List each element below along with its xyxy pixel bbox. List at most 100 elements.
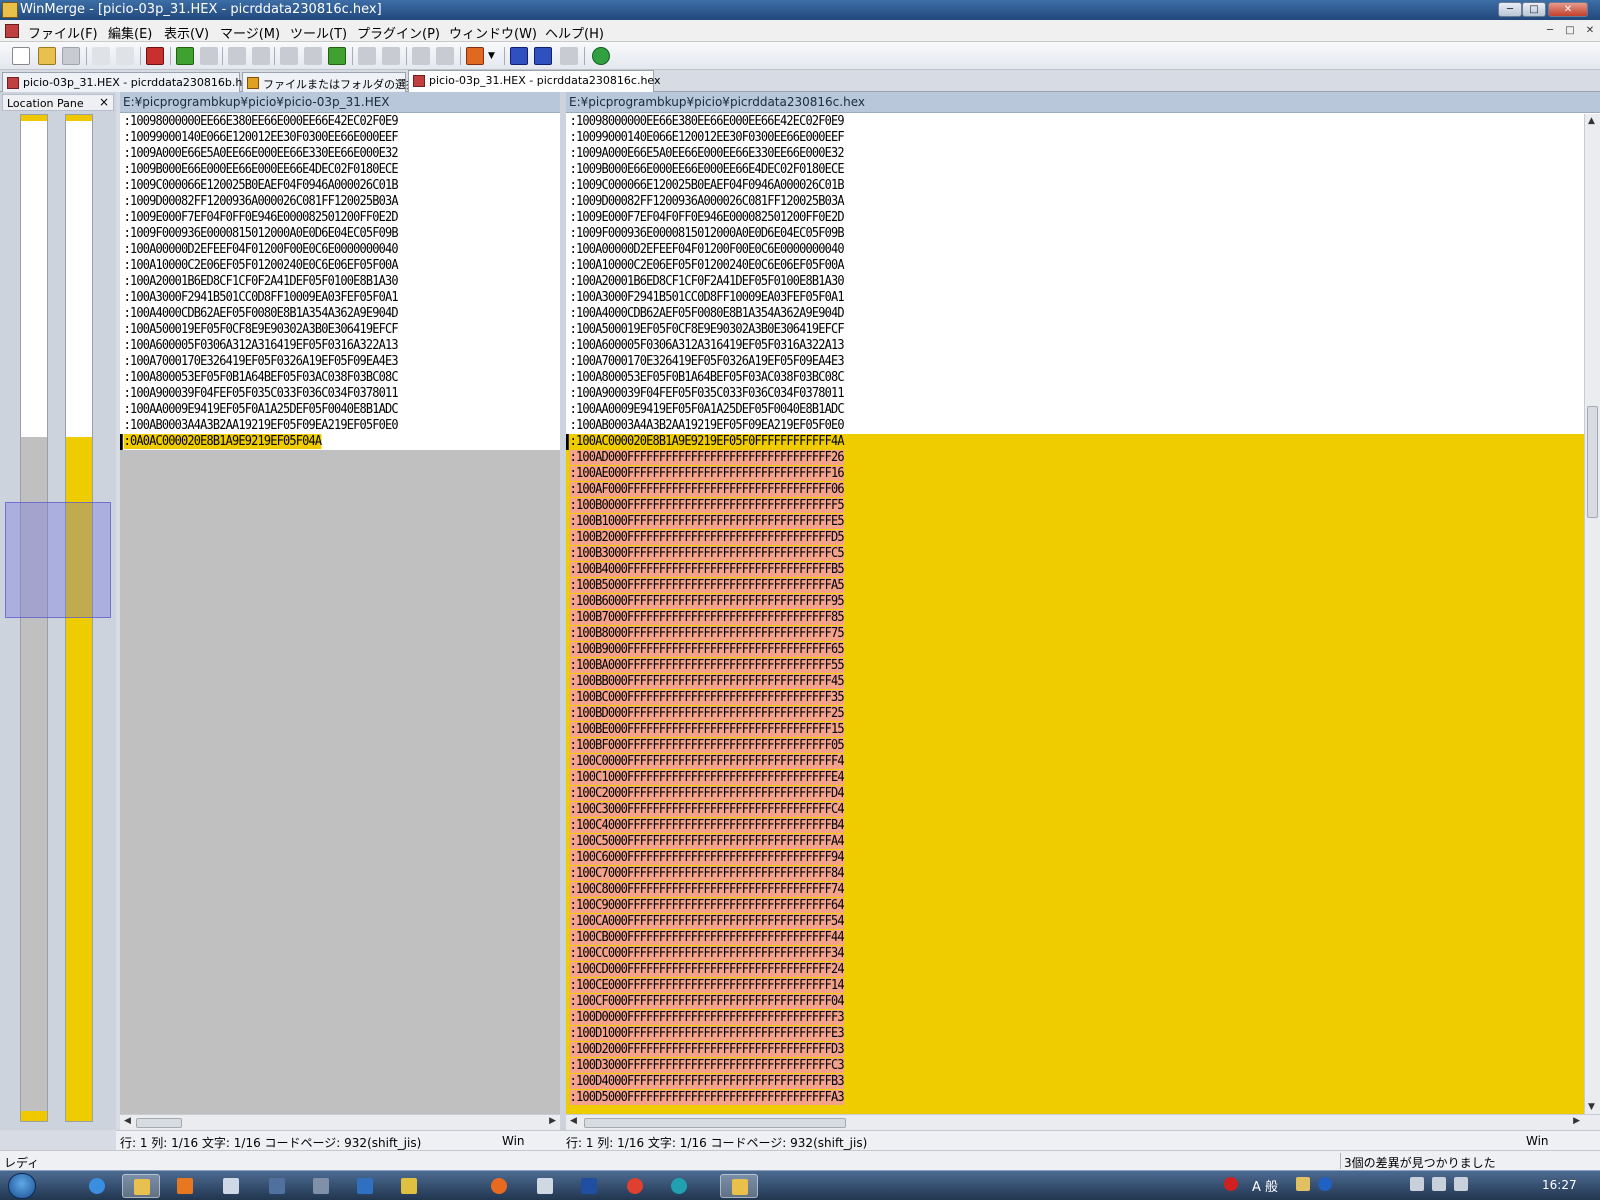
prev-diff-icon[interactable] [200,47,218,65]
text-line[interactable]: :100AA0009E9419EF05F0A1A25DEF05F0040E8B1… [120,402,399,418]
maximize-button[interactable]: □ [1522,2,1546,17]
added-line[interactable]: :100BA000FFFFFFFFFFFFFFFFFFFFFFFFFFFFFFF… [566,658,845,674]
next-diff-icon[interactable] [176,47,194,65]
text-line[interactable]: :10099000140E066E120012EE30F0300EE66E000… [120,130,399,146]
menu-edit[interactable]: 編集(E) [108,23,152,42]
refresh-icon[interactable] [592,47,610,65]
ime-tool-icon[interactable] [1296,1177,1310,1191]
added-line[interactable]: :100BB000FFFFFFFFFFFFFFFFFFFFFFFFFFFFFFF… [566,674,845,690]
taskbar-notepad[interactable] [212,1174,250,1198]
added-line[interactable]: :100D2000FFFFFFFFFFFFFFFFFFFFFFFFFFFFFFF… [566,1042,845,1058]
close-button[interactable]: ✕ [1548,2,1588,17]
added-line[interactable]: :100B4000FFFFFFFFFFFFFFFFFFFFFFFFFFFFFFF… [566,562,845,578]
text-line[interactable]: :100A00000D2EFEEF04F01200F00E0C6E0000000… [566,242,845,258]
added-line[interactable]: :100D3000FFFFFFFFFFFFFFFFFFFFFFFFFFFFFFF… [566,1058,845,1074]
network-icon[interactable] [1432,1177,1446,1191]
taskbar-word[interactable] [570,1174,608,1198]
copy-right-icon[interactable] [358,47,376,65]
right-vertical-scrollbar[interactable]: ▲ ▼ [1584,114,1600,1114]
text-line[interactable]: :1009D00082FF1200936A000026C081FF120025B… [566,194,845,210]
save-icon[interactable] [62,47,80,65]
location-bar-right[interactable] [65,114,93,1122]
compare-left-icon[interactable] [510,47,528,65]
text-line[interactable]: :100A3000F2941B501CC0D8FF10009EA03FEF05F… [120,290,399,306]
taskbar-app[interactable] [346,1174,384,1198]
volume-icon[interactable] [1410,1177,1424,1191]
added-line[interactable]: :100C7000FFFFFFFFFFFFFFFFFFFFFFFFFFFFFFF… [566,866,845,882]
text-line[interactable]: :1009F000936E0000815012000A0E0D6E04EC05F… [566,226,845,242]
added-line[interactable]: :100B3000FFFFFFFFFFFFFFFFFFFFFFFFFFFFFFF… [566,546,845,562]
text-line[interactable]: :1009C000066E120025B0EAEF04F0946A000026C… [566,178,845,194]
menu-tools[interactable]: ツール(T) [290,23,347,42]
text-line[interactable]: :100A4000CDB62AEF05F0080E8B1A354A362A9E9… [566,306,845,322]
taskbar-firefox[interactable] [480,1174,518,1198]
added-line[interactable]: :100C6000FFFFFFFFFFFFFFFFFFFFFFFFFFFFFFF… [566,850,845,866]
added-line[interactable]: :100BE000FFFFFFFFFFFFFFFFFFFFFFFFFFFFFFF… [566,722,845,738]
added-line[interactable]: :100C0000FFFFFFFFFFFFFFFFFFFFFFFFFFFFFFF… [566,754,845,770]
scroll-up-icon[interactable]: ▲ [1588,116,1595,126]
copy-left-icon[interactable] [382,47,400,65]
added-line[interactable]: :100CE000FFFFFFFFFFFFFFFFFFFFFFFFFFFFFFF… [566,978,845,994]
text-line[interactable]: :1009B000E66E000EE66E000EE66E4DEC02F0180… [566,162,845,178]
taskbar-app[interactable] [258,1174,296,1198]
taskbar-edge[interactable] [660,1174,698,1198]
diff-line[interactable]: :0A0AC000020E8B1A9E9219EF05F04A [120,434,398,450]
text-line[interactable]: :100AB0003A4A3B2AA19219EF05F09EA219EF05F… [120,418,399,434]
added-line[interactable]: :100C8000FFFFFFFFFFFFFFFFFFFFFFFFFFFFFFF… [566,882,845,898]
added-line[interactable]: :100D4000FFFFFFFFFFFFFFFFFFFFFFFFFFFFFFF… [566,1074,845,1090]
last-diff-icon[interactable] [280,47,298,65]
added-line[interactable]: :100AD000FFFFFFFFFFFFFFFFFFFFFFFFFFFFFFF… [566,450,845,466]
text-line[interactable]: :100A500019EF05F0CF8E9E90302A3B0E306419E… [566,322,845,338]
taskbar-explorer[interactable] [122,1174,160,1198]
text-line[interactable]: :1009B000E66E000EE66E000EE66E4DEC02F0180… [120,162,399,178]
menu-view[interactable]: 表示(V) [164,23,209,42]
text-line[interactable]: :100A800053EF05F0B1A64BEF05F03AC038F03BC… [120,370,399,386]
tab-select-files[interactable]: ファイルまたはフォルダの選択... [242,72,428,92]
compare-right-icon[interactable] [534,47,552,65]
added-line[interactable]: :100CF000FFFFFFFFFFFFFFFFFFFFFFFFFFFFFFF… [566,994,845,1010]
copy-left-advance-icon[interactable] [436,47,454,65]
minimize-button[interactable]: ─ [1498,2,1522,17]
added-line[interactable]: :100C2000FFFFFFFFFFFFFFFFFFFFFFFFFFFFFFF… [566,786,845,802]
scroll-right-icon[interactable]: ▶ [549,1116,556,1126]
text-line[interactable]: :100A600005F0306A312A316419EF05F0316A322… [566,338,845,354]
mdi-minimize-button[interactable]: ─ [1542,24,1558,38]
added-line[interactable]: :100BF000FFFFFFFFFFFFFFFFFFFFFFFFFFFFFFF… [566,738,845,754]
added-line[interactable]: :100CA000FFFFFFFFFFFFFFFFFFFFFFFFFFFFFFF… [566,914,845,930]
redo-icon[interactable] [116,47,134,65]
added-line[interactable]: :100C1000FFFFFFFFFFFFFFFFFFFFFFFFFFFFFFF… [566,770,845,786]
menu-merge[interactable]: マージ(M) [220,23,280,42]
scroll-thumb[interactable] [1587,406,1598,518]
text-line[interactable]: :100A800053EF05F0B1A64BEF05F03AC038F03BC… [566,370,845,386]
chevron-down-icon[interactable]: ▼ [488,47,498,65]
added-line[interactable]: :100BD000FFFFFFFFFFFFFFFFFFFFFFFFFFFFFFF… [566,706,845,722]
text-line[interactable]: :100A7000170E326419EF05F0326A19EF05F09EA… [566,354,845,370]
taskbar-winmerge[interactable] [720,1174,758,1198]
text-line[interactable]: :100A10000C2E06EF05F01200240E0C6E06EF05F… [566,258,845,274]
left-file-pane[interactable]: E:¥picprogrambkup¥picio¥picio-03p_31.HEX… [120,92,560,1130]
text-line[interactable]: :100A900039F04FEF05F035C033F036C034F0378… [120,386,399,402]
added-line[interactable]: :100B9000FFFFFFFFFFFFFFFFFFFFFFFFFFFFFFF… [566,642,845,658]
taskbar-ie[interactable] [78,1174,116,1198]
first-diff-icon[interactable] [228,47,246,65]
location-pane-close-icon[interactable]: × [99,95,109,109]
scroll-thumb[interactable] [584,1118,846,1128]
added-line[interactable]: :100CC000FFFFFFFFFFFFFFFFFFFFFFFFFFFFFFF… [566,946,845,962]
added-line[interactable]: :100B8000FFFFFFFFFFFFFFFFFFFFFFFFFFFFFFF… [566,626,845,642]
diff-line[interactable]: :100AC000020E8B1A9E9219EF05F0FFFFFFFFFFF… [566,434,845,450]
added-line[interactable]: :100C9000FFFFFFFFFFFFFFFFFFFFFFFFFFFFFFF… [566,898,845,914]
start-button[interactable] [8,1173,36,1199]
document-menu-icon[interactable] [5,24,19,38]
copy-right-advance-icon[interactable] [412,47,430,65]
next-conflict-icon[interactable] [328,47,346,65]
text-line[interactable]: :100A20001B6ED8CF1CF0F2A41DEF05F0100E8B1… [120,274,399,290]
winmerge-app-icon[interactable] [2,2,18,18]
text-line[interactable]: :100AB0003A4A3B2AA19219EF05F09EA219EF05F… [566,418,845,434]
added-line[interactable]: :100BC000FFFFFFFFFFFFFFFFFFFFFFFFFFFFFFF… [566,690,845,706]
right-file-pane[interactable]: E:¥picprogrambkup¥picio¥picrddata230816c… [566,92,1600,1130]
added-line[interactable]: :100B2000FFFFFFFFFFFFFFFFFFFFFFFFFFFFFFF… [566,530,845,546]
menu-plugins[interactable]: プラグイン(P) [357,23,440,42]
current-diff-icon[interactable] [252,47,270,65]
added-line[interactable]: :100D5000FFFFFFFFFFFFFFFFFFFFFFFFFFFFFFF… [566,1090,845,1106]
undo-icon[interactable] [92,47,110,65]
